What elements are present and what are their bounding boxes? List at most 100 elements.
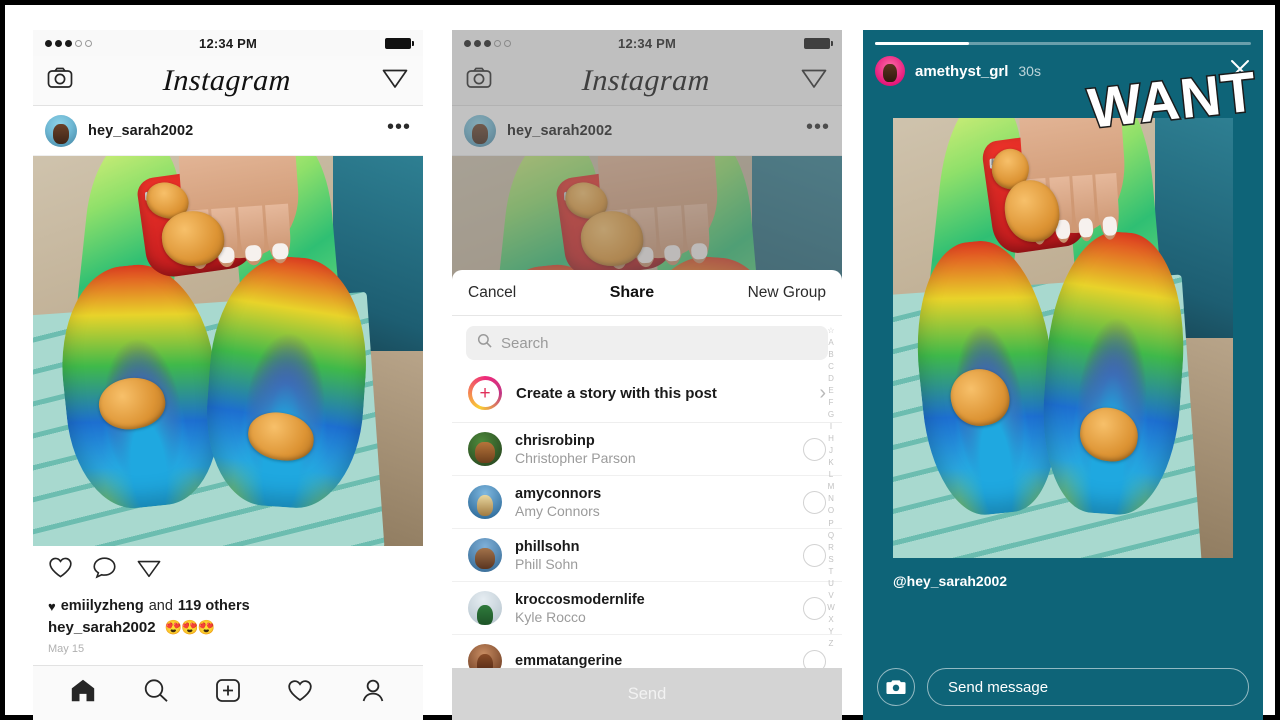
frame-border-right [1275, 0, 1280, 720]
contact-fullname: Amy Connors [515, 502, 600, 519]
index-letter: E [828, 386, 834, 396]
avatar[interactable] [875, 56, 905, 86]
liker-username[interactable]: emiilyzheng [61, 598, 144, 614]
caption-username[interactable]: hey_sarah2002 [48, 619, 156, 636]
index-letter: V [828, 590, 834, 600]
profile-icon[interactable] [360, 678, 386, 708]
index-letter: X [828, 614, 834, 624]
home-icon[interactable] [70, 678, 96, 708]
share-sheet-header: Cancel Share New Group [452, 270, 842, 316]
app-nav-bar: Instagram [33, 56, 423, 106]
list-item[interactable]: chrisrobinp Christopher Parson [452, 423, 842, 476]
post-caption: hey_sarah2002 😍😍😍 [48, 619, 408, 636]
likes-summary: ♥ emiilyzheng and 119 others [48, 598, 408, 614]
select-checkbox[interactable] [803, 437, 826, 461]
share-post-icon[interactable] [136, 556, 162, 585]
story-timestamp: 30s [1018, 63, 1041, 79]
index-letter: F [828, 398, 834, 408]
add-post-icon[interactable] [215, 678, 241, 708]
frame-border-top [0, 0, 1280, 5]
battery-icon [804, 37, 833, 49]
search-input[interactable]: Search [466, 326, 828, 360]
list-item[interactable]: kroccosmodernlife Kyle Rocco [452, 582, 842, 635]
index-letter: S [828, 554, 834, 564]
activity-heart-icon[interactable] [287, 678, 313, 708]
reply-placeholder: Send message [948, 678, 1049, 696]
likes-connector: and [148, 598, 173, 614]
post-username[interactable]: hey_sarah2002 [507, 123, 612, 139]
direct-message-icon[interactable] [800, 65, 828, 96]
post-header: hey_sarah2002 ••• [452, 106, 842, 156]
story-reply-bar: Send message [877, 668, 1249, 706]
instagram-logo: Instagram [162, 63, 292, 97]
liked-heart-icon: ♥ [48, 598, 56, 614]
contact-username: amyconnors [515, 485, 602, 502]
index-letter: I [829, 422, 833, 432]
app-nav-bar: Instagram [452, 56, 842, 106]
camera-icon[interactable] [877, 668, 915, 706]
post-username[interactable]: hey_sarah2002 [88, 123, 193, 139]
select-checkbox[interactable] [803, 543, 826, 567]
comment-icon[interactable] [92, 556, 117, 584]
search-icon [477, 333, 492, 353]
status-bar-time: 12:34 PM [618, 35, 676, 51]
search-icon[interactable] [143, 678, 169, 708]
select-checkbox[interactable] [803, 490, 826, 514]
avatar [468, 591, 502, 625]
new-group-button[interactable]: New Group [748, 284, 826, 302]
list-item[interactable]: phillsohn Phill Sohn [452, 529, 842, 582]
phone-screen-story: amethyst_grl 30s WANT @hey_sarah2002 Sen… [863, 30, 1263, 720]
cancel-button[interactable]: Cancel [468, 284, 516, 302]
index-letter: L [828, 470, 834, 480]
index-letter: W [827, 602, 835, 612]
create-story-label: Create a story with this post [516, 384, 717, 402]
phone-screen-feed: 12:34 PM Instagram hey_sarah2002 ••• ♥ e… [33, 30, 423, 720]
avatar[interactable] [464, 114, 496, 147]
story-progress-fill [875, 42, 969, 45]
alphabet-index-scrubber[interactable]: ☆ A B C D E F G I H J K L M N O P Q R S … [824, 326, 838, 648]
bottom-tab-bar [33, 665, 423, 720]
battery-icon [385, 37, 414, 49]
index-letter: G [827, 410, 835, 420]
list-item[interactable]: amyconnors Amy Connors [452, 476, 842, 529]
camera-icon[interactable] [466, 66, 492, 95]
index-letter: B [828, 350, 834, 360]
direct-message-icon[interactable] [381, 65, 409, 96]
story-mention[interactable]: @hey_sarah2002 [893, 573, 1007, 589]
more-options-icon[interactable]: ••• [806, 117, 830, 138]
contact-username: kroccosmodernlife [515, 591, 645, 608]
index-letter: T [828, 566, 834, 576]
contact-fullname: Christopher Parson [515, 449, 636, 466]
like-heart-icon[interactable] [48, 556, 73, 584]
post-header: hey_sarah2002 ••• [33, 106, 423, 156]
status-bar: 12:34 PM [33, 30, 423, 56]
status-bar: 12:34 PM [452, 30, 842, 56]
likes-count[interactable]: 119 others [178, 598, 250, 614]
index-letter: Q [827, 530, 835, 540]
story-username[interactable]: amethyst_grl [915, 63, 1008, 80]
index-letter: C [828, 362, 834, 372]
select-checkbox[interactable] [803, 596, 826, 620]
avatar[interactable] [45, 114, 77, 147]
index-letter: Y [828, 626, 834, 636]
create-story-row[interactable]: + Create a story with this post › [452, 366, 842, 423]
index-letter: ☆ [827, 326, 835, 335]
share-sheet: Cancel Share New Group Search + Create a… [452, 270, 842, 720]
post-photo[interactable] [33, 156, 423, 546]
index-letter: N [828, 494, 834, 504]
camera-icon[interactable] [47, 66, 73, 95]
story-photo [893, 118, 1233, 558]
post-actions [33, 546, 423, 594]
contact-fullname: Phill Sohn [515, 555, 579, 572]
index-letter: Z [828, 638, 834, 648]
index-letter: A [828, 338, 834, 348]
index-letter: U [828, 578, 834, 588]
caption-emojis: 😍😍😍 [164, 619, 215, 635]
send-button[interactable]: Send [452, 668, 842, 720]
contact-username: emmatangerine [515, 653, 623, 669]
avatar [468, 538, 502, 572]
reply-input[interactable]: Send message [927, 668, 1249, 706]
phone-screen-share: 12:34 PM Instagram hey_sarah2002 ••• Can… [452, 30, 842, 720]
index-letter: O [827, 506, 835, 516]
more-options-icon[interactable]: ••• [387, 117, 411, 138]
